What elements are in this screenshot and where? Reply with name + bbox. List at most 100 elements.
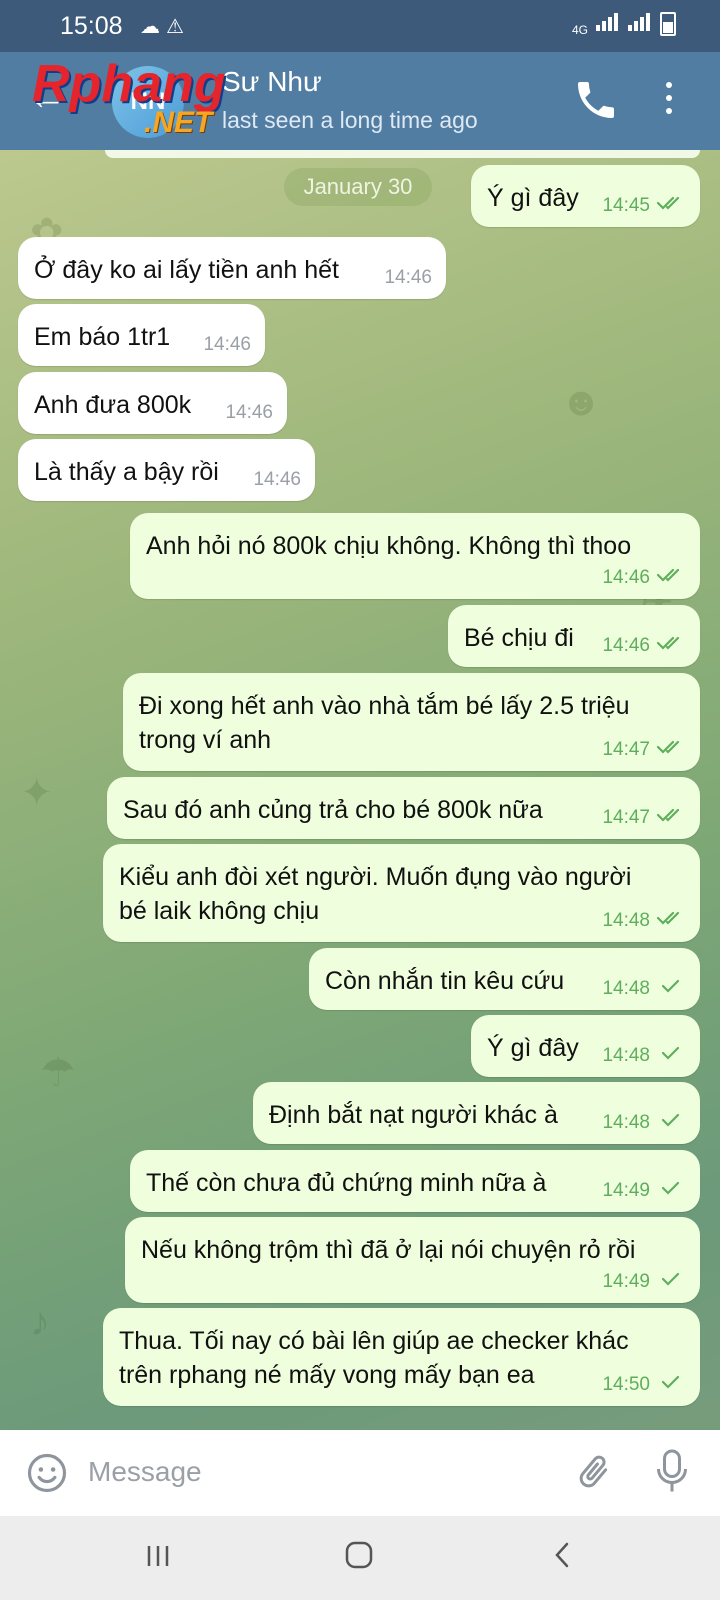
double-check-icon	[656, 807, 686, 829]
message-meta: 14:46	[384, 267, 432, 289]
network-type-label: 4G	[571, 23, 588, 37]
outgoing-message[interactable]: Thua. Tối nay có bài lên giúp ae checker…	[103, 1308, 700, 1406]
message-text: Kiểu anh đòi xét người. Muốn đụng vào ng…	[119, 863, 632, 925]
chat-area[interactable]: ✿ ☻ ✈ ✦ ☂ ♪ January 30 Ý gì đây 14:45 Ở đâ…	[0, 150, 720, 1430]
status-time: 15:08	[60, 12, 123, 40]
double-check-icon	[656, 739, 686, 761]
message-time: 14:49	[602, 1180, 650, 1201]
system-nav-bar	[0, 1516, 720, 1600]
system-icons: 4G	[572, 12, 676, 36]
message-meta: 14:46	[602, 567, 686, 589]
outgoing-message[interactable]: Ý gì đây 14:45	[471, 165, 700, 227]
message-time: 14:48	[602, 910, 650, 931]
contact-status: last seen a long time ago	[222, 107, 478, 133]
outgoing-message[interactable]: Định bắt nạt người khác à 14:48	[253, 1082, 700, 1144]
message-meta: 14:50	[602, 1374, 686, 1396]
outgoing-message[interactable]: Thế còn chưa đủ chứng minh nữa à 14:49	[130, 1150, 700, 1212]
watermark-main: Rphang	[32, 55, 226, 113]
incoming-message[interactable]: Anh đưa 800k 14:46	[18, 372, 287, 434]
message-time: 14:47	[602, 807, 650, 828]
outgoing-message[interactable]: Bé chịu đi 14:46	[448, 605, 700, 667]
message-time: 14:46	[602, 635, 650, 656]
message-meta: 14:46	[203, 334, 251, 356]
double-check-icon	[656, 567, 686, 589]
message-text: Còn nhắn tin kêu cứu	[325, 967, 565, 995]
message-time: 14:46	[384, 267, 432, 288]
outgoing-message[interactable]: Anh hỏi nó 800k chịu không. Không thì th…	[130, 513, 700, 599]
contact-name[interactable]: Sư Như	[222, 66, 322, 98]
message-text: Ở đây ko ai lấy tiền anh hết	[34, 256, 339, 284]
back-icon[interactable]	[548, 1540, 578, 1570]
message-text: Sau đó anh củng trả cho bé 800k nữa	[123, 796, 543, 824]
message-text: Em báo 1tr1	[34, 323, 171, 351]
message-text: Ý gì đây	[487, 1034, 579, 1062]
double-check-icon	[656, 635, 686, 657]
message-meta: 14:45	[602, 195, 686, 217]
message-time: 14:49	[602, 1271, 650, 1292]
phone-icon[interactable]	[572, 76, 620, 124]
message-meta: 14:48	[602, 1045, 686, 1067]
message-time: 14:50	[602, 1374, 650, 1395]
message-text: Đi xong hết anh vào nhà tắm bé lấy 2.5 t…	[139, 692, 630, 754]
message-time: 14:48	[602, 1045, 650, 1066]
date-separator: January 30	[284, 168, 432, 206]
outgoing-message[interactable]: Đi xong hết anh vào nhà tắm bé lấy 2.5 t…	[123, 673, 700, 771]
chat-header: ← NN Sư Như last seen a long time ago Rp…	[0, 52, 720, 150]
message-time: 14:46	[225, 402, 273, 423]
message-text: Thế còn chưa đủ chứng minh nữa à	[146, 1169, 547, 1197]
message-meta: 14:48	[602, 1112, 686, 1134]
message-meta: 14:46	[253, 469, 301, 491]
message-text: Ý gì đây	[487, 184, 579, 212]
pattern-icon: ☂	[40, 1051, 76, 1095]
pattern-icon: ☻	[560, 380, 603, 424]
message-meta: 14:46	[225, 402, 273, 424]
message-meta: 14:48	[602, 978, 686, 1000]
message-time: 14:46	[602, 567, 650, 588]
notification-icons: ☁⚠	[140, 16, 190, 38]
pattern-icon: ✦	[20, 771, 54, 815]
message-text: Thua. Tối nay có bài lên giúp ae checker…	[119, 1327, 629, 1389]
message-input[interactable]: Message	[88, 1456, 202, 1488]
message-composer: Message	[0, 1430, 720, 1516]
message-text: Bé chịu đi	[464, 624, 574, 652]
message-time: 14:48	[602, 1112, 650, 1133]
message-meta: 14:46	[602, 635, 686, 657]
more-menu-icon[interactable]	[664, 82, 674, 122]
previous-message-edge	[105, 150, 700, 158]
message-text: Nếu không trộm thì đã ở lại nói chuyện r…	[141, 1236, 636, 1264]
message-meta: 14:47	[602, 807, 686, 829]
double-check-icon	[656, 910, 686, 932]
incoming-message[interactable]: Em báo 1tr1 14:46	[18, 304, 265, 366]
emoji-icon[interactable]	[26, 1452, 68, 1494]
status-bar: 15:08 ☁⚠ 4G	[0, 0, 720, 52]
message-meta: 14:48	[602, 910, 686, 932]
message-text: Là thấy a bậy rồi	[34, 458, 219, 486]
message-time: 14:45	[602, 195, 650, 216]
watermark-logo: Rphang .NET	[32, 55, 226, 139]
message-text: Định bắt nạt người khác à	[269, 1101, 558, 1129]
outgoing-message[interactable]: Ý gì đây 14:48	[471, 1015, 700, 1077]
outgoing-message[interactable]: Kiểu anh đòi xét người. Muốn đụng vào ng…	[103, 844, 700, 942]
outgoing-message[interactable]: Nếu không trộm thì đã ở lại nói chuyện r…	[125, 1217, 700, 1303]
incoming-message[interactable]: Ở đây ko ai lấy tiền anh hết 14:46	[18, 237, 446, 299]
paperclip-icon[interactable]	[574, 1450, 614, 1494]
message-meta: 14:49	[602, 1271, 686, 1293]
microphone-icon[interactable]	[654, 1448, 690, 1496]
signal-icon	[596, 13, 620, 36]
message-time: 14:46	[203, 334, 251, 355]
outgoing-message[interactable]: Sau đó anh củng trả cho bé 800k nữa 14:47	[107, 777, 700, 839]
check-icon	[656, 1374, 686, 1396]
outgoing-message[interactable]: Còn nhắn tin kêu cứu 14:48	[309, 948, 700, 1010]
watermark-suffix: .NET	[144, 106, 213, 139]
battery-icon	[660, 12, 676, 36]
check-icon	[656, 1112, 686, 1134]
double-check-icon	[656, 195, 686, 217]
check-icon	[656, 1180, 686, 1202]
home-icon[interactable]	[344, 1540, 374, 1570]
message-time: 14:47	[602, 739, 650, 760]
recent-apps-icon[interactable]	[144, 1542, 172, 1570]
incoming-message[interactable]: Là thấy a bậy rồi 14:46	[18, 439, 315, 501]
pattern-icon: ♪	[30, 1300, 50, 1344]
message-text: Anh đưa 800k	[34, 391, 192, 419]
message-time: 14:48	[602, 978, 650, 999]
